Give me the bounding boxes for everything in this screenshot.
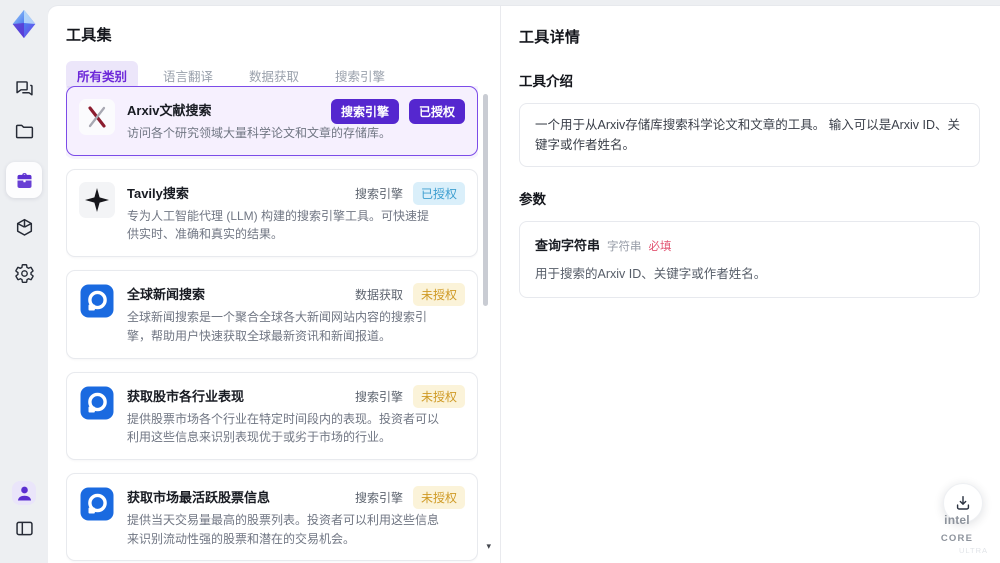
auth-badge: 未授权 [412,384,465,408]
tool-desc: 访问各个研究领域大量科学论文和文章的存储库。 [127,126,392,140]
tool-badges: 搜索引擎 未授权 [354,486,465,510]
category-badge: 搜索引擎 [330,99,399,124]
sidebar-item-tools[interactable] [6,162,42,198]
tool-badges: 数据获取 未授权 [354,283,465,307]
detail-title: 工具详情 [519,29,581,46]
intro-heading: 工具介绍 [519,74,573,89]
app-logo-icon[interactable] [7,7,41,41]
chat-icon[interactable] [12,76,36,100]
tool-badges: 搜索引擎 已授权 [354,181,465,205]
main-surface: 工具集 所有类别 语言翻译 数据获取 搜索引擎 Arxiv文献搜索 访问各个研究领域大量… [48,6,1000,563]
param-type: 字符串 [607,241,642,253]
box-icon[interactable] [12,215,36,239]
sidebar [0,0,48,563]
app-window: 工具集 所有类别 语言翻译 数据获取 搜索引擎 Arxiv文献搜索 访问各个研究领域大量… [0,0,1000,563]
news-app-icon [79,385,115,421]
params-heading: 参数 [519,192,546,207]
folder-icon[interactable] [12,119,36,143]
news-app-icon [79,283,115,319]
tool-badges: 搜索引擎 未授权 [354,384,465,408]
intel-wordmark: intel [944,512,970,527]
tool-card[interactable]: 全球新闻搜索 全球新闻搜索是一个聚合全球各大新闻网站内容的搜索引擎，帮助用户快速获… [66,270,478,359]
category-badge: 搜索引擎 [354,491,403,506]
scroll-down-arrow[interactable]: ▾ [486,542,491,551]
scrollbar[interactable] [483,90,488,557]
tool-card[interactable]: 获取市场最活跃股票信息 提供当天交易量最高的股票列表。投资者可以利用这些信息来识别… [66,473,478,562]
auth-badge: 已授权 [412,181,465,205]
tools-panel: 工具集 所有类别 语言翻译 数据获取 搜索引擎 Arxiv文献搜索 访问各个研究领域大量… [48,6,500,563]
tool-card[interactable]: 获取股市各行业表现 提供股票市场各个行业在特定时间段内的表现。投资者可以利用这些信… [66,371,478,461]
scrollbar-thumb[interactable] [483,94,488,306]
tool-desc: 全球新闻搜索是一个聚合全球各大新闻网站内容的搜索引擎，帮助用户快速获取全球最新资… [127,310,428,343]
auth-badge: 已授权 [408,99,465,124]
param-card: 查询字符串 字符串 必填 用于搜索的Arxiv ID、关键字或作者姓名。 [519,221,980,298]
core-wordmark: CORE [940,533,974,545]
intro-text: 一个用于从Arxiv存储库搜索科学论文和文章的工具。 输入可以是Arxiv ID… [535,118,961,152]
intel-core-logo: intel CORE ULTRA [926,511,988,555]
detail-panel: 工具详情 工具介绍 一个用于从Arxiv存储库搜索科学论文和文章的工具。 输入可… [500,6,1000,563]
tools-title: 工具集 [66,27,112,44]
auth-badge: 未授权 [412,283,465,307]
tool-card[interactable]: Arxiv文献搜索 访问各个研究领域大量科学论文和文章的存储库。 搜索引擎 已授权 [66,86,478,156]
tool-desc: 专为人工智能代理 (LLM) 构建的搜索引擎工具。可快速提供实时、准确和真实的结… [127,208,430,242]
tool-desc: 提供股票市场各个行业在特定时间段内的表现。投资者可以利用这些信息来识别表现优于或… [127,411,440,445]
param-required-badge: 必填 [648,241,672,253]
tool-badges: 搜索引擎 已授权 [330,99,465,124]
tavily-logo-icon [79,181,115,218]
ultra-wordmark: ULTRA [958,545,988,555]
category-badge: 数据获取 [354,288,403,303]
intro-card: 一个用于从Arxiv存储库搜索科学论文和文章的工具。 输入可以是Arxiv ID… [519,103,980,167]
tool-list: Arxiv文献搜索 访问各个研究领域大量科学论文和文章的存储库。 搜索引擎 已授权 Ta… [66,86,478,563]
param-desc: 用于搜索的Arxiv ID、关键字或作者姓名。 [535,267,767,281]
panel-toggle-icon[interactable] [12,516,36,540]
auth-badge: 未授权 [412,486,465,510]
tool-card[interactable]: Tavily搜索 专为人工智能代理 (LLM) 构建的搜索引擎工具。可快速提供实时… [66,168,478,258]
user-icon[interactable] [12,481,36,505]
news-app-icon [79,486,115,522]
category-badge: 搜索引擎 [354,186,403,201]
gear-icon[interactable] [12,261,36,285]
arxiv-logo-icon [79,99,115,135]
tool-desc: 提供当天交易量最高的股票列表。投资者可以利用这些信息来识别流动性强的股票和潜在的… [127,513,440,546]
param-name: 查询字符串 [535,238,601,253]
category-badge: 搜索引擎 [354,389,403,404]
